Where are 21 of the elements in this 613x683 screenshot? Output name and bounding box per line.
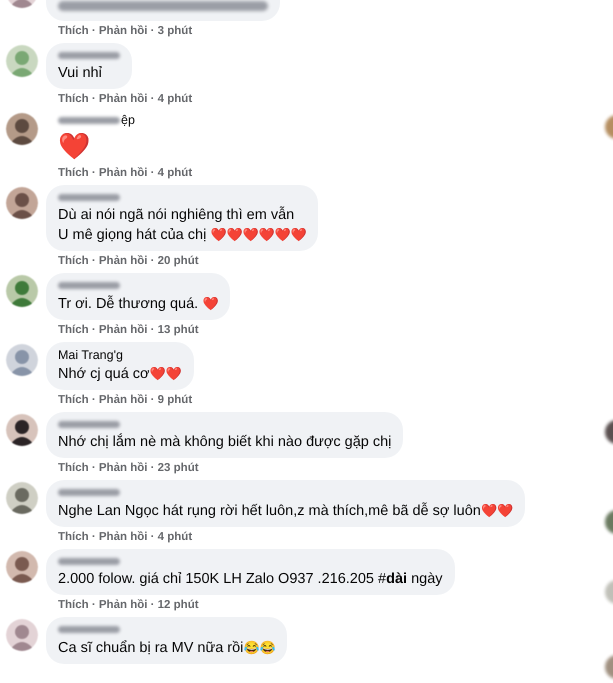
comment-actions[interactable]: Thích · Phản hồi · 13 phút bbox=[58, 323, 199, 338]
comment-actions[interactable]: Thích · Phản hồi · 12 phút bbox=[58, 598, 199, 613]
commenter-name[interactable]: ệp bbox=[121, 113, 135, 127]
comment-text: Vui nhỉ bbox=[58, 64, 102, 83]
commenter-name[interactable]: Mai Trang'g bbox=[58, 348, 123, 362]
comment-actions[interactable]: Thích · Phản hồi · 9 phút bbox=[58, 393, 192, 408]
comment-text: 2.000 folow. giá chỉ 150K LH Zalo O937 .216.205 #dài ngày bbox=[58, 570, 443, 589]
comment-actions[interactable]: Thích · Phản hồi · 20 phút bbox=[58, 254, 199, 269]
comment-actions[interactable]: Thích · Phản hồi · 3 phút bbox=[58, 24, 192, 39]
comment-actions[interactable]: Thích · Phản hồi · 4 phút bbox=[58, 530, 192, 545]
comment-text: Nhớ cj quá cơ❤❤ bbox=[58, 365, 182, 384]
comment-text: Nghe Lan Ngọc hát rụng rời hết luôn,z mà thích,mê bã dễ sợ luôn❤❤ bbox=[58, 501, 513, 521]
comment-text: Tr ơi. Dễ thương quá. ❤ bbox=[58, 294, 218, 314]
comment-text: Dù ai nói ngã nói nghiêng thì em vẫn bbox=[58, 206, 294, 225]
comment-text: ❤ bbox=[58, 130, 90, 163]
comment-actions[interactable]: Thích · Phản hồi · 4 phút bbox=[58, 166, 192, 181]
comment-text: U mê giọng hát của chị ❤❤❤❤❤❤ bbox=[58, 226, 306, 245]
comment-text: Ca sĩ chuẩn bị ra MV nữa rồi😂😂 bbox=[58, 639, 276, 658]
comment-actions[interactable]: Thích · Phản hồi · 23 phút bbox=[58, 461, 199, 476]
comment-actions[interactable]: Thích · Phản hồi · 4 phút bbox=[58, 92, 192, 107]
comment-text: Nhớ chị lắm nè mà không biết khi nào được gặp chị bbox=[58, 433, 392, 452]
